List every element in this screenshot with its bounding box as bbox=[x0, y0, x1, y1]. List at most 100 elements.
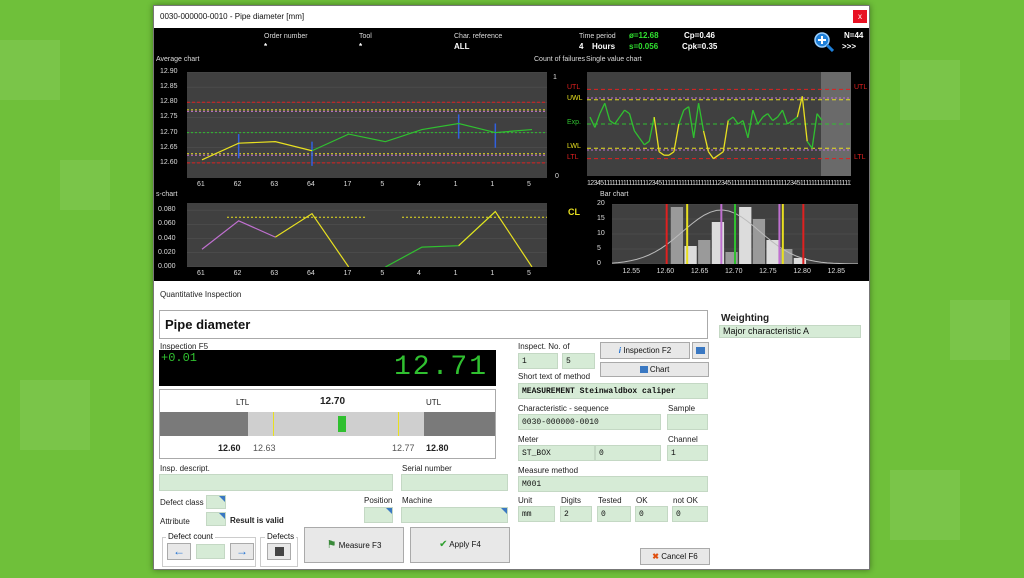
avg-y-tick: 12.80 bbox=[160, 98, 178, 106]
s-x-tick: 4 bbox=[417, 270, 421, 277]
single-x-ticks: 1234511111111111111112345111111111111111… bbox=[587, 180, 851, 187]
single-segment bbox=[604, 103, 611, 121]
s-chart[interactable] bbox=[187, 203, 547, 267]
single-segment bbox=[673, 123, 680, 152]
histogram-bar bbox=[752, 219, 766, 264]
bar-y-tick: 10 bbox=[597, 230, 605, 237]
inspection-f2-button[interactable]: i Inspection F2 bbox=[600, 342, 690, 359]
single-segment bbox=[722, 120, 729, 152]
avg-y-tick: 12.60 bbox=[160, 158, 178, 166]
sample-label: Sample bbox=[668, 404, 696, 413]
sigma-value: s=0.056 bbox=[629, 42, 659, 51]
s-x-tick: 1 bbox=[453, 270, 458, 277]
time-value[interactable]: 4 bbox=[579, 42, 583, 52]
single-segment bbox=[609, 120, 616, 125]
avg-series-start bbox=[201, 141, 313, 161]
mean-value: ø=12.68 bbox=[629, 31, 659, 40]
zoom-icon[interactable] bbox=[814, 32, 835, 53]
single-segment bbox=[653, 116, 660, 152]
order-value[interactable]: * bbox=[264, 42, 267, 52]
single-segment bbox=[781, 109, 789, 125]
defect-count-field[interactable] bbox=[196, 544, 225, 559]
defect-class-field[interactable] bbox=[206, 495, 226, 509]
apply-button[interactable]: ✔ Apply F4 bbox=[410, 527, 510, 563]
serial-field[interactable] bbox=[401, 474, 508, 491]
bar-chart[interactable] bbox=[612, 204, 858, 264]
avg-x-tick: 5 bbox=[380, 181, 385, 188]
attribute-field[interactable] bbox=[206, 512, 226, 526]
avg-x-tick: 1 bbox=[490, 181, 495, 188]
bar-y-tick: 0 bbox=[597, 260, 601, 267]
single-label-ltl-right: LTL bbox=[854, 153, 866, 161]
measure-method-label: Measure method bbox=[518, 466, 579, 475]
single-segment bbox=[658, 151, 665, 156]
settings-button[interactable] bbox=[692, 342, 709, 359]
histogram-bar bbox=[698, 240, 711, 264]
single-segment bbox=[777, 109, 784, 118]
char-seq-field: 0030-000000-0010 bbox=[518, 414, 661, 430]
more-button[interactable]: >>> bbox=[842, 42, 856, 52]
single-segment bbox=[806, 140, 813, 149]
weighting-label: Weighting bbox=[721, 313, 770, 324]
defect-class-label: Defect class bbox=[160, 498, 204, 507]
machine-label: Machine bbox=[402, 496, 433, 505]
close-button[interactable]: x bbox=[853, 10, 867, 23]
position-field[interactable] bbox=[364, 507, 393, 523]
defects-label: Defects bbox=[265, 532, 297, 542]
machine-field[interactable] bbox=[401, 507, 508, 523]
gauge-uwl-value: 12.77 bbox=[392, 443, 415, 453]
increment-button[interactable]: → bbox=[230, 543, 254, 560]
bar-y-tick: 20 bbox=[597, 200, 605, 207]
channel-label: Channel bbox=[668, 435, 698, 444]
cancel-button[interactable]: ✖ Cancel F6 bbox=[640, 548, 710, 565]
avg-x-tick: 62 bbox=[233, 181, 242, 188]
bar-x-tick: 12.85 bbox=[827, 268, 846, 275]
insp-descript-field[interactable] bbox=[159, 474, 393, 491]
gauge-utl-value: 12.80 bbox=[426, 443, 449, 453]
single-segment bbox=[732, 116, 739, 125]
tolerance-gauge: LTL 12.70 UTL 12.60 12.63 12.77 12.80 bbox=[159, 389, 496, 459]
single-segment bbox=[811, 113, 818, 149]
meter-label: Meter bbox=[518, 435, 539, 444]
gauge-lwl-value: 12.63 bbox=[253, 443, 276, 453]
char-ref-value[interactable]: ALL bbox=[454, 42, 470, 52]
avg-x-tick: 4 bbox=[417, 181, 421, 188]
defects-button[interactable] bbox=[267, 543, 291, 560]
single-segment bbox=[693, 103, 700, 138]
single-segment bbox=[678, 109, 685, 125]
single-segment bbox=[624, 109, 630, 115]
single-chart-title: Single value chart bbox=[586, 56, 642, 63]
single-value-chart[interactable] bbox=[587, 72, 851, 176]
single-segment bbox=[742, 120, 749, 139]
title-bar: 0030-000000-0010 - Pipe diameter [mm] x bbox=[154, 6, 869, 28]
measure-button[interactable]: ⚑ Measure F3 bbox=[304, 527, 404, 563]
ok-label: OK bbox=[636, 496, 648, 505]
arrow-right-icon: → bbox=[236, 544, 248, 558]
meter-field: ST_BOX bbox=[518, 445, 595, 461]
deviation-value: +0.01 bbox=[161, 351, 198, 365]
s-x-tick: 5 bbox=[527, 270, 531, 277]
average-chart[interactable] bbox=[187, 72, 547, 178]
single-segment bbox=[787, 120, 793, 125]
short-text-field: MEASUREMENT Steinwaldbox caliper bbox=[518, 383, 708, 399]
gauge-uwl-line bbox=[398, 412, 399, 436]
s-chart-title: s-chart bbox=[156, 191, 178, 198]
single-segment bbox=[713, 154, 719, 160]
insp-descript-label: Insp. descript. bbox=[160, 464, 210, 473]
walking-person-icon: ⚑ bbox=[326, 539, 337, 551]
tool-value[interactable]: * bbox=[359, 42, 362, 52]
decrement-button[interactable]: ← bbox=[167, 543, 191, 560]
single-label-lwl: LWL bbox=[567, 143, 581, 151]
bar-x-tick: 12.75 bbox=[759, 268, 777, 275]
measure-method-field: M001 bbox=[518, 476, 708, 492]
single-segment bbox=[762, 113, 769, 118]
failures-tick-bottom: 0 bbox=[555, 173, 559, 180]
single-segment bbox=[697, 103, 705, 132]
cancel-x-icon: ✖ bbox=[652, 552, 659, 561]
measurement-display[interactable]: +0.01 12.71 bbox=[159, 350, 496, 386]
cp-value: Cp=0.46 bbox=[684, 31, 715, 40]
chart-button[interactable]: Chart bbox=[600, 362, 709, 377]
gauge-ltl-value: 12.60 bbox=[218, 443, 241, 453]
single-segment bbox=[614, 116, 621, 125]
gauge-lwl-line bbox=[273, 412, 274, 436]
